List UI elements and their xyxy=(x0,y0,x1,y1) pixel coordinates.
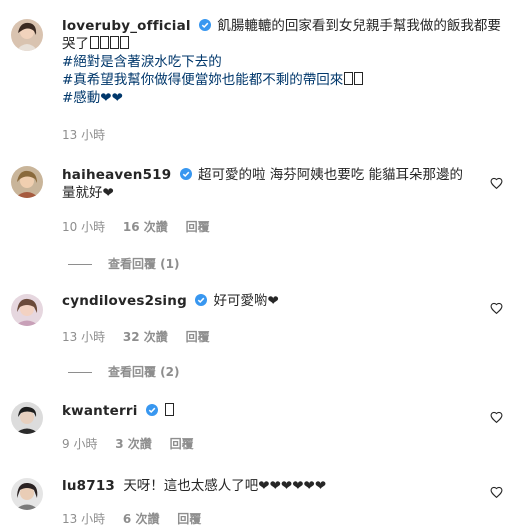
reply-button[interactable]: 回覆 xyxy=(186,330,210,344)
emoji-placeholder xyxy=(90,36,99,49)
comment-text-line-2: 哭了 xyxy=(62,35,129,53)
avatar[interactable] xyxy=(11,166,43,198)
timestamp[interactable]: 13 小時 xyxy=(62,330,105,344)
verified-badge-icon xyxy=(179,168,192,180)
like-heart-icon[interactable] xyxy=(490,177,503,190)
verified-badge-icon xyxy=(199,19,212,31)
divider-line xyxy=(68,264,92,265)
timestamp[interactable]: 13 小時 xyxy=(62,128,105,142)
reply-button[interactable]: 回覆 xyxy=(186,220,210,234)
timestamp[interactable]: 9 小時 xyxy=(62,437,97,451)
avatar[interactable] xyxy=(11,19,43,51)
comment-meta: 13 小時 32 次讚 回覆 xyxy=(62,328,210,345)
hashtag[interactable]: #絕對是含著淚水吃下去的 xyxy=(62,53,222,71)
likes-count[interactable]: 16 次讚 xyxy=(123,220,168,234)
hashtag[interactable]: #真希望我幫你做得便當妳也能都不剩的帶回來 xyxy=(62,71,364,89)
comment-text-line-2: 量就好❤ xyxy=(62,185,114,201)
comment-meta: 13 小時 xyxy=(62,126,105,143)
username[interactable]: kwanterri xyxy=(62,403,138,419)
verified-badge-icon xyxy=(195,294,208,306)
comment-text: cyndiloves2sing 好可愛喲❤ xyxy=(62,292,279,310)
username[interactable]: cyndiloves2sing xyxy=(62,293,187,309)
comment-text: loveruby_official 飢腸轆轆的回家看到女兒親手幫我做的飯我都要 xyxy=(62,17,501,35)
comment-text: haiheaven519 超可愛的啦 海芬阿姨也要吃 能貓耳朵那邊的 xyxy=(62,166,463,184)
view-replies-button[interactable]: 查看回覆 (2) xyxy=(68,363,180,380)
comment-text: lu8713 天呀！這也太感人了吧❤❤❤❤❤❤ xyxy=(62,477,326,495)
likes-count[interactable]: 32 次讚 xyxy=(123,330,168,344)
username[interactable]: loveruby_official xyxy=(62,18,191,34)
hashtag[interactable]: #感動❤❤ xyxy=(62,89,123,107)
reply-button[interactable]: 回覆 xyxy=(170,437,194,451)
comment-body-line: 天呀！這也太感人了吧❤❤❤❤❤❤ xyxy=(123,478,327,494)
timestamp[interactable]: 10 小時 xyxy=(62,220,105,234)
comment-meta: 9 小時 3 次讚 回覆 xyxy=(62,435,194,452)
comment-meta: 13 小時 6 次讚 回覆 xyxy=(62,510,201,527)
avatar[interactable] xyxy=(11,402,43,434)
verified-badge-icon xyxy=(145,404,158,416)
comment-body-line: 超可愛的啦 海芬阿姨也要吃 能貓耳朵那邊的 xyxy=(197,167,464,183)
view-replies-button[interactable]: 查看回覆 (1) xyxy=(68,255,180,272)
emoji-placeholder xyxy=(165,403,175,416)
username[interactable]: haiheaven519 xyxy=(62,167,171,183)
reply-button[interactable]: 回覆 xyxy=(177,512,201,526)
comment-body-line: 好可愛喲❤ xyxy=(213,293,279,309)
avatar[interactable] xyxy=(11,478,43,510)
like-heart-icon[interactable] xyxy=(490,411,503,424)
divider-line xyxy=(68,372,92,373)
comment-text: kwanterri xyxy=(62,402,175,420)
likes-count[interactable]: 6 次讚 xyxy=(123,512,160,526)
likes-count[interactable]: 3 次讚 xyxy=(115,437,152,451)
username[interactable]: lu8713 xyxy=(62,478,115,494)
timestamp[interactable]: 13 小時 xyxy=(62,512,105,526)
comment-meta: 10 小時 16 次讚 回覆 xyxy=(62,218,210,235)
avatar[interactable] xyxy=(11,294,43,326)
like-heart-icon[interactable] xyxy=(490,486,503,499)
like-heart-icon[interactable] xyxy=(490,302,503,315)
comment-body-line: 飢腸轆轆的回家看到女兒親手幫我做的飯我都要 xyxy=(217,18,501,34)
